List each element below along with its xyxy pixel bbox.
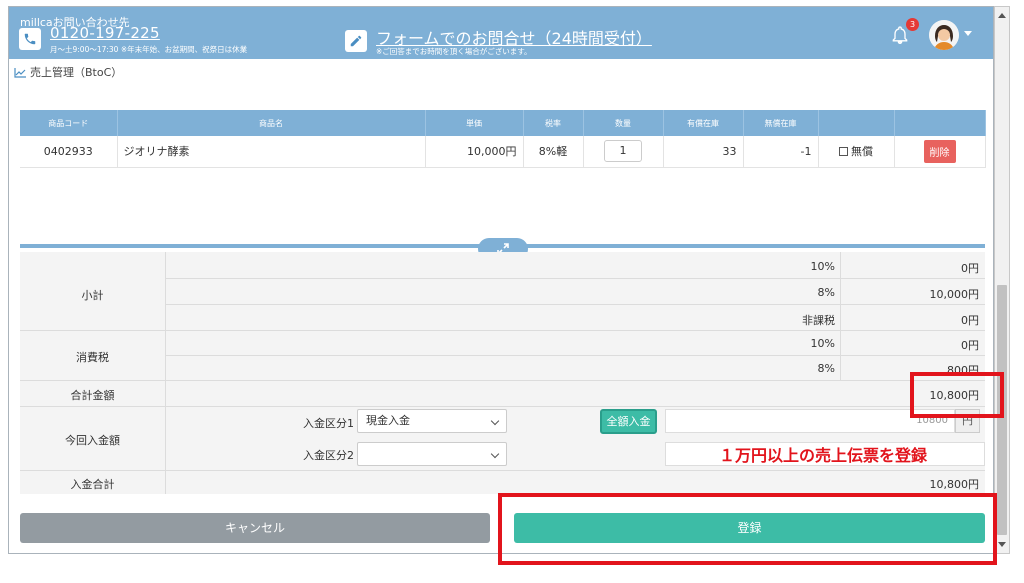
form-note: ※ご回答までお時間を頂く場合がございます。 <box>376 47 532 56</box>
column-header: 税率 <box>523 110 584 136</box>
payment-type2-select[interactable] <box>357 442 507 466</box>
quantity-cell: 1 <box>583 136 664 168</box>
tax-rate-label: 8% <box>817 362 835 375</box>
scrollbar[interactable] <box>994 6 1010 554</box>
divider <box>165 278 985 279</box>
delete-cell: 削除 <box>894 136 986 168</box>
business-hours: 月～土9:00～17:30 ※年末年始、お盆期間、祝祭日は休業 <box>50 45 248 54</box>
highlight-box <box>498 493 997 565</box>
free-stock: -1 <box>743 136 819 168</box>
tax-rate: 8%軽 <box>523 136 584 168</box>
column-header: 商品コード <box>20 110 118 136</box>
subtotal-rate: 8% <box>817 286 835 299</box>
phone-icon <box>19 28 41 50</box>
highlight-box <box>910 372 1004 418</box>
breadcrumb: 売上管理（BtoC） <box>14 64 122 80</box>
subtotal-amount: 0円 <box>961 314 979 327</box>
total-label: 合計金額 <box>70 389 115 402</box>
payment-label: 今回入金額 <box>65 434 120 447</box>
chevron-down-icon[interactable] <box>964 31 972 36</box>
subtotal-label: 小計 <box>81 289 104 302</box>
free-checkbox-label: 無償 <box>851 145 873 159</box>
scroll-down-icon[interactable] <box>998 542 1006 547</box>
column-header <box>818 110 895 136</box>
tax-label: 消費税 <box>76 351 109 364</box>
divider <box>20 380 985 381</box>
divider <box>20 470 985 471</box>
free-checkbox-cell[interactable]: 無償 <box>818 136 895 168</box>
column-header: 無償在庫 <box>743 110 819 136</box>
breadcrumb-label: 売上管理（BtoC） <box>30 66 123 79</box>
payment-type1-value: 現金入金 <box>366 414 410 427</box>
delete-button[interactable]: 削除 <box>923 139 956 163</box>
header-bar: millcaお問い合わせ先 0120-197-225 月～土9:00～17:30… <box>9 7 993 59</box>
subtotal-rate: 非課税 <box>802 314 835 327</box>
cancel-button[interactable]: キャンセル <box>20 513 490 543</box>
avatar[interactable] <box>929 20 959 50</box>
chart-line-icon <box>14 67 26 78</box>
notification-badge: 3 <box>906 18 919 31</box>
payment-type2-label: 入金区分2 <box>303 449 354 462</box>
divider <box>840 252 841 380</box>
column-header: 数量 <box>583 110 664 136</box>
chevron-down-icon <box>490 416 500 426</box>
table-header-row: 商品コード 商品名 単価 税率 数量 有償在庫 無償在庫 <box>20 110 986 136</box>
divider <box>165 252 166 494</box>
table-row: 0402933 ジオリナ酵素 10,000円 8%軽 1 33 -1 無償 削除 <box>20 136 986 168</box>
paid-stock: 33 <box>663 136 744 168</box>
divider <box>20 406 985 407</box>
payment-type1-select[interactable]: 現金入金 <box>357 409 507 433</box>
payment-total-amount: 10,800円 <box>929 478 980 491</box>
subtotal-amount: 10,000円 <box>929 288 980 301</box>
chevron-down-icon <box>490 449 500 459</box>
free-checkbox[interactable] <box>839 147 848 157</box>
quantity-input[interactable]: 1 <box>604 140 642 163</box>
unit-price: 10,000円 <box>425 136 524 168</box>
payment-type1-label: 入金区分1 <box>303 417 354 430</box>
subtotal-amount: 0円 <box>961 262 979 275</box>
annotation-text: １万円以上の売上伝票を登録 <box>719 446 928 465</box>
scroll-up-icon[interactable] <box>998 13 1006 18</box>
column-header: 有償在庫 <box>663 110 744 136</box>
divider <box>165 355 985 356</box>
product-code: 0402933 <box>20 136 118 168</box>
column-header: 商品名 <box>117 110 426 136</box>
products-table: 商品コード 商品名 単価 税率 数量 有償在庫 無償在庫 0402933 ジオリ… <box>20 110 986 168</box>
product-name: ジオリナ酵素 <box>117 136 426 168</box>
divider <box>165 304 985 305</box>
payment-total-label: 入金合計 <box>70 478 115 491</box>
phone-number-link[interactable]: 0120-197-225 <box>50 24 160 42</box>
pencil-icon <box>345 30 367 52</box>
tax-rate-label: 10% <box>810 337 835 350</box>
column-header: 単価 <box>425 110 524 136</box>
tax-amount: 0円 <box>961 339 979 352</box>
subtotal-rate: 10% <box>810 260 835 273</box>
column-header <box>894 110 986 136</box>
full-payment-button[interactable]: 全額入金 <box>600 409 657 434</box>
